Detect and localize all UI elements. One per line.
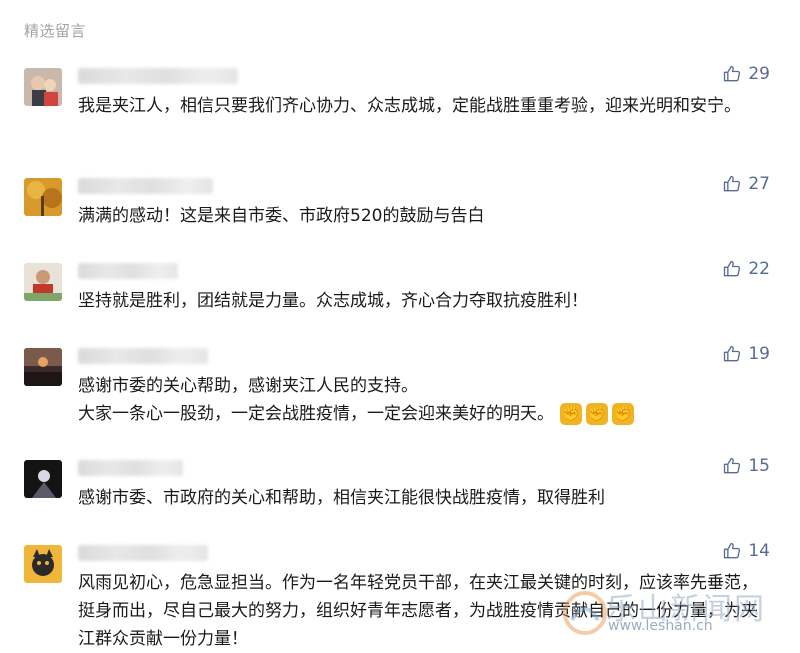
comment-text: 感谢市委、市政府的关心和帮助，相信夹江能很快战胜疫情，取得胜利 xyxy=(78,488,605,508)
like-button[interactable]: 22 xyxy=(722,259,770,279)
comment-text: 我是夹江人，相信只要我们齐心协力、众志成城，定能战胜重重考验，迎来光明和安宁。 xyxy=(78,96,741,116)
like-button[interactable]: 14 xyxy=(722,541,770,561)
username-blurred xyxy=(78,460,183,476)
avatar[interactable] xyxy=(24,178,62,216)
comment-line: 感谢市委的关心帮助，感谢夹江人民的支持。 xyxy=(78,376,418,396)
thumbs-up-icon xyxy=(722,259,742,279)
thumbs-up-icon xyxy=(722,344,742,364)
like-button[interactable]: 27 xyxy=(722,174,770,194)
like-count: 27 xyxy=(748,174,770,194)
avatar[interactable] xyxy=(24,460,62,498)
thumbs-up-icon xyxy=(722,64,742,84)
comment-line: 大家一条心一股劲，一定会战胜疫情，一定会迎来美好的明天。 ✊ ✊ ✊ xyxy=(78,400,774,428)
avatar[interactable] xyxy=(24,545,62,583)
like-button[interactable]: 15 xyxy=(722,456,770,476)
raised-fist-emoji: ✊ xyxy=(586,403,608,425)
comment-line-text: 大家一条心一股劲，一定会战胜疫情，一定会迎来美好的明天。 xyxy=(78,404,554,424)
comment-text: 坚持就是胜利，团结就是力量。众志成城，齐心合力夺取抗疫胜利！ xyxy=(78,291,588,311)
avatar[interactable] xyxy=(24,348,62,386)
username-blurred xyxy=(78,348,208,364)
username-blurred xyxy=(78,545,208,561)
username-blurred xyxy=(78,68,238,84)
section-title: 精选留言 xyxy=(24,22,87,40)
username-blurred xyxy=(78,263,178,279)
like-button[interactable]: 19 xyxy=(722,344,770,364)
watermark-url: www.leshan.cn xyxy=(608,618,713,634)
like-count: 19 xyxy=(748,344,770,364)
site-watermark: 乐山新闻网 www.leshan.cn xyxy=(556,584,796,648)
thumbs-up-icon xyxy=(722,174,742,194)
watermark-logo-icon xyxy=(563,591,607,635)
username-blurred xyxy=(78,178,213,194)
like-count: 14 xyxy=(748,541,770,561)
avatar[interactable] xyxy=(24,68,62,106)
avatar[interactable] xyxy=(24,263,62,301)
comment-text: 感谢市委的关心帮助，感谢夹江人民的支持。 大家一条心一股劲，一定会战胜疫情，一定… xyxy=(78,372,774,428)
like-count: 15 xyxy=(748,456,770,476)
raised-fist-emoji: ✊ xyxy=(612,403,634,425)
like-button[interactable]: 29 xyxy=(722,64,770,84)
emoji-group: ✊ ✊ ✊ xyxy=(560,403,634,425)
raised-fist-emoji: ✊ xyxy=(560,403,582,425)
thumbs-up-icon xyxy=(722,456,742,476)
thumbs-up-icon xyxy=(722,541,742,561)
comment-text: 满满的感动！这是来自市委、市政府520的鼓励与告白 xyxy=(78,206,485,226)
like-count: 22 xyxy=(748,259,770,279)
like-count: 29 xyxy=(748,64,770,84)
